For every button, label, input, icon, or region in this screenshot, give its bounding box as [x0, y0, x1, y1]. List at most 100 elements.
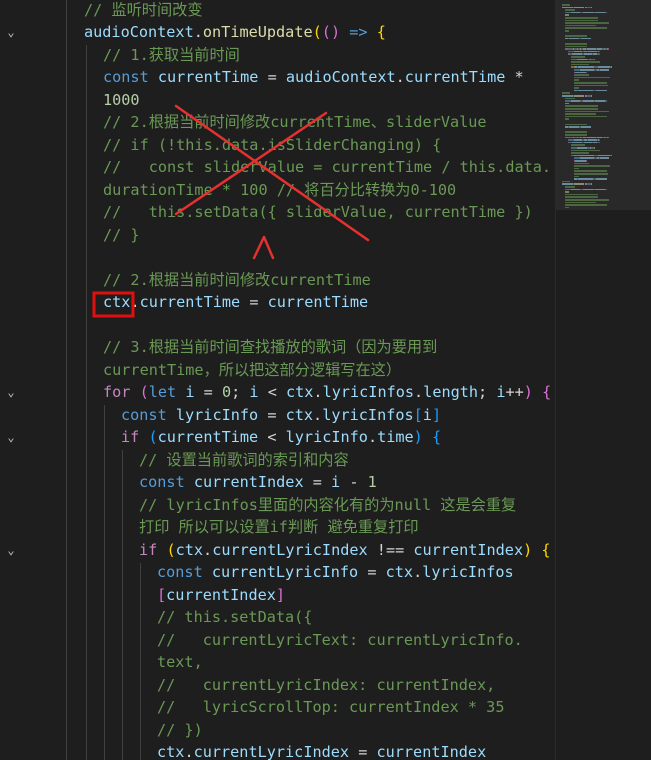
minimap-token — [574, 84, 609, 87]
code-line[interactable]: 打印 所以可以设置if判断 避免重复打印 — [139, 516, 419, 539]
code-line[interactable]: if (ctx.currentLyricIndex !== currentInd… — [139, 539, 551, 562]
minimap-token — [584, 141, 593, 144]
code-line[interactable]: // 2.根据当前时间修改currentTime、sliderValue — [103, 111, 487, 134]
code-token: ++ — [505, 383, 524, 401]
code-token: = — [194, 383, 222, 401]
code-token: // this.setData({ sliderValue, currentTi… — [103, 203, 533, 221]
minimap-token — [608, 48, 610, 50]
minimap-token — [568, 126, 579, 128]
minimap-token — [574, 162, 590, 165]
minimap-token — [595, 178, 607, 180]
minimap-token — [565, 17, 598, 19]
code-line[interactable]: // this.setData({ — [157, 606, 312, 629]
code-line[interactable]: 1000 — [103, 89, 140, 112]
code-token: !== — [367, 540, 414, 559]
minimap-token — [590, 183, 592, 185]
minimap-token — [565, 134, 587, 136]
code-line[interactable]: // 监听时间改变 — [84, 0, 203, 21]
code-token: i — [249, 383, 259, 401]
code-line[interactable]: [currentIndex] — [157, 584, 285, 607]
minimap-token — [565, 45, 587, 48]
code-editor[interactable]: // 监听时间改变 audioContext.onTimeUpdate(() =>… — [0, 0, 555, 760]
minimap-token — [584, 53, 593, 55]
code-line[interactable]: // } — [103, 224, 140, 247]
code-token: lyricInfo — [285, 428, 368, 446]
code-line[interactable]: const currentIndex = i - 1 — [139, 471, 377, 494]
code-token: text, — [157, 653, 203, 671]
minimap-token — [593, 58, 595, 61]
code-line[interactable]: if (currentTime < lyricInfo.time) { — [121, 426, 441, 449]
minimap-token — [598, 53, 600, 55]
code-token: length — [423, 383, 479, 401]
code-line[interactable]: // currentLyricText: currentLyricInfo. — [157, 629, 523, 652]
fold-chevron-icon[interactable]: ⌄ — [4, 430, 18, 444]
code-line[interactable]: text, — [157, 651, 203, 674]
minimap-token — [574, 167, 579, 170]
code-line[interactable]: audioContext.onTimeUpdate(() => { — [84, 21, 386, 44]
code-token: currentTime — [139, 293, 241, 311]
code-line[interactable]: // }) — [157, 719, 203, 742]
code-token: ) — [523, 540, 533, 559]
code-line[interactable]: for (let i = 0; i < ctx.lyricInfos.lengt… — [103, 381, 551, 404]
code-token: audioContext — [285, 68, 396, 86]
minimap-token — [573, 6, 585, 9]
minimap-token — [570, 11, 581, 14]
minimap-token — [565, 201, 596, 204]
code-line[interactable]: currentTime，所以把这部分逻辑写在这） — [103, 359, 401, 382]
code-line[interactable]: // lyricScrollTop: currentIndex * 35 — [157, 696, 504, 719]
code-token: ( — [148, 428, 158, 446]
code-line[interactable]: // if (!this.data.isSliderChanging) { — [103, 134, 441, 157]
minimap-token — [562, 95, 573, 97]
minimap-token — [583, 11, 594, 14]
code-line[interactable]: // 2.根据当前时间修改currentTime — [103, 269, 371, 292]
minimap-token — [565, 19, 599, 22]
minimap-token — [578, 154, 594, 157]
code-line[interactable]: durationTime * 100 // 将百分比转换为0-100 — [103, 179, 456, 202]
code-token: ctx — [103, 293, 131, 311]
minimap-token — [604, 100, 607, 102]
code-line[interactable]: // const sliderValue = currentTime / thi… — [103, 156, 551, 179]
minimap-token — [565, 22, 610, 24]
code-line[interactable]: // 3.根据当前时间查找播放的歌词（因为要用到 — [103, 336, 437, 359]
minimap-token — [577, 178, 594, 180]
minimap-token — [568, 37, 579, 40]
minimap-token — [576, 147, 588, 149]
code-line[interactable]: ctx.currentLyricIndex = currentIndex — [157, 741, 486, 760]
minimap-token — [598, 141, 600, 144]
code-token: . — [193, 23, 203, 41]
minimap-token — [579, 69, 594, 71]
code-token: { — [542, 383, 552, 401]
minimap-token — [565, 105, 598, 107]
code-token: ctx — [157, 743, 185, 760]
code-token: ctx — [285, 383, 314, 401]
code-line[interactable]: // currentLyricIndex: currentIndex, — [157, 674, 495, 697]
minimap-token — [565, 206, 569, 209]
code-token: ; — [478, 383, 497, 401]
minimap-token — [571, 56, 585, 58]
code-line[interactable]: // this.setData({ sliderValue, currentTi… — [103, 201, 533, 224]
code-token: // 2.根据当前时间修改currentTime — [103, 270, 371, 289]
code-line[interactable]: // lyricInfos里面的内容化有的为null 这是会重复 — [139, 494, 516, 517]
code-token: => — [349, 23, 368, 41]
code-token: ctx — [385, 563, 414, 581]
minimap-token — [574, 165, 611, 167]
code-line[interactable]: const lyricInfo = ctx.lyricInfos[i] — [121, 404, 441, 427]
minimap-token — [571, 144, 585, 146]
fold-chevron-icon[interactable]: ⌄ — [4, 385, 18, 399]
minimap-token — [570, 188, 581, 191]
code-token: // }) — [157, 720, 203, 739]
minimap-token — [585, 160, 587, 162]
code-line[interactable]: const currentLyricInfo = ctx.lyricInfos — [157, 561, 514, 584]
minimap[interactable] — [555, 0, 651, 760]
code-line[interactable]: // 1.获取当前时间 — [103, 44, 240, 67]
code-line[interactable]: const currentTime = audioContext.current… — [103, 66, 524, 89]
fold-chevron-icon[interactable]: ⌄ — [4, 543, 18, 557]
minimap-token — [574, 74, 590, 76]
minimap-token — [600, 157, 610, 159]
code-token: ctx — [175, 540, 204, 559]
code-token: currentLyricInfo — [211, 563, 359, 581]
minimap-token — [565, 115, 608, 118]
fold-chevron-icon[interactable]: ⌄ — [4, 25, 18, 39]
code-line[interactable]: ctx.currentTime = currentTime — [103, 291, 368, 314]
code-line[interactable]: // 设置当前歌词的索引和内容 — [139, 449, 349, 472]
